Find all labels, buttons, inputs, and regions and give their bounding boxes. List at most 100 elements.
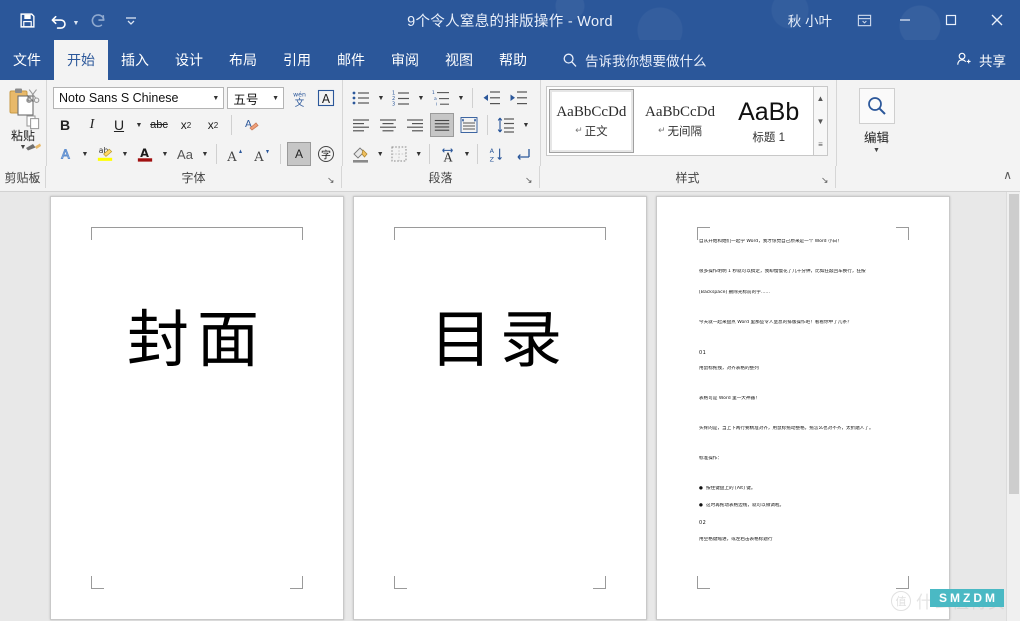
show-marks-icon[interactable] — [511, 142, 535, 166]
numbering-dropdown-caret[interactable]: ▼ — [416, 95, 426, 102]
collapse-ribbon-button[interactable]: ∧ — [1003, 168, 1012, 182]
font-size-combo[interactable]: 五号 ▼ — [227, 87, 284, 109]
body-line: 很多操作明明 1 秒就可以搞定，我却慢慢花了几十分钟，比如狂敲回车换行，狂按 — [699, 268, 866, 274]
line-spacing-icon[interactable] — [494, 113, 518, 137]
account-name[interactable]: 秋 小叶 — [774, 10, 846, 30]
multilevel-dropdown-caret[interactable]: ▼ — [456, 95, 466, 102]
superscript-button[interactable]: x2 — [201, 113, 225, 137]
shading-icon[interactable] — [349, 142, 373, 166]
word-window: ▼ 9个令人窒息的排版操作 - Word 秋 小叶 文件 开始 插入 设计 布局… — [0, 0, 1020, 621]
cut-icon[interactable] — [22, 85, 44, 107]
save-icon[interactable] — [12, 6, 42, 34]
editing-button[interactable]: 编辑 ▼ — [858, 88, 895, 154]
subscript-button[interactable]: x2 — [174, 113, 198, 137]
bullets-dropdown-caret[interactable]: ▼ — [376, 95, 386, 102]
text-effects-icon[interactable]: A — [53, 142, 77, 166]
strikethrough-button[interactable]: abc — [147, 113, 171, 137]
change-case-button[interactable]: Aa — [173, 142, 197, 166]
tab-insert[interactable]: 插入 — [108, 40, 162, 80]
tab-layout[interactable]: 布局 — [216, 40, 270, 80]
clipboard-dialog-launcher[interactable]: ↘ — [31, 175, 41, 185]
tab-mailings[interactable]: 邮件 — [324, 40, 378, 80]
text-effects-dropdown-caret[interactable]: ▼ — [80, 151, 90, 158]
tab-references[interactable]: 引用 — [270, 40, 324, 80]
enclose-characters-icon[interactable]: 字 — [314, 142, 338, 166]
decrease-indent-icon[interactable] — [479, 86, 503, 110]
tab-file[interactable]: 文件 — [0, 40, 54, 80]
undo-dropdown-caret[interactable]: ▼ — [70, 6, 82, 34]
increase-indent-icon[interactable] — [506, 86, 530, 110]
editing-dropdown-caret[interactable]: ▼ — [873, 147, 880, 154]
align-center-icon[interactable] — [376, 113, 400, 137]
align-justify-icon[interactable] — [430, 113, 454, 137]
styles-scroll-up-button[interactable]: ▲ — [814, 87, 827, 109]
tab-help[interactable]: 帮助 — [486, 40, 540, 80]
style-item-no-spacing[interactable]: AaBbCcDd ↵ 无间隔 — [635, 87, 725, 155]
tell-me-search[interactable]: 告诉我你想要做什么 — [562, 40, 707, 80]
italic-button[interactable]: I — [80, 113, 104, 137]
document-page-3[interactable]: 自从开始和她们一起学 Word，我才惊觉自己原来是一个 Word 小白！ 很多操… — [656, 196, 950, 620]
minimize-button[interactable] — [882, 0, 928, 40]
font-dialog-launcher[interactable]: ↘ — [327, 175, 337, 185]
format-painter-icon[interactable] — [22, 137, 44, 159]
multilevel-list-icon[interactable]: 1ai — [429, 86, 453, 110]
styles-more-button[interactable]: ≡ — [814, 133, 827, 155]
vertical-scrollbar[interactable] — [1006, 192, 1020, 621]
numbering-icon[interactable]: 123 — [389, 86, 413, 110]
ribbon-group-labels: 剪贴板 ↘ 字体 ↘ 段落 ↘ 样式 ↘ — [0, 166, 1020, 188]
distribute-icon[interactable] — [457, 113, 481, 137]
clear-formatting-icon[interactable]: A — [238, 113, 262, 137]
margin-marks — [51, 197, 343, 619]
ribbon: 粘贴 ▼ Noto Sans S Chinese ▼ 五号 ▼ wén 文 A … — [0, 80, 1020, 192]
customize-qat-icon[interactable] — [116, 6, 146, 34]
borders-icon[interactable] — [387, 142, 411, 166]
styles-dialog-launcher[interactable]: ↘ — [821, 175, 831, 185]
align-right-icon[interactable] — [403, 113, 427, 137]
align-left-icon[interactable] — [349, 113, 373, 137]
document-page-2[interactable]: 目录 — [353, 196, 647, 620]
line-spacing-dropdown-caret[interactable]: ▼ — [521, 122, 531, 129]
font-color-dropdown-caret[interactable]: ▼ — [160, 151, 170, 158]
styles-scroll-down-button[interactable]: ▼ — [814, 110, 827, 132]
bold-button[interactable]: B — [53, 113, 77, 137]
chinese-layout-dropdown-caret[interactable]: ▼ — [463, 151, 471, 158]
highlight-color-icon[interactable]: ab — [93, 142, 117, 166]
borders-dropdown-caret[interactable]: ▼ — [414, 151, 422, 158]
ribbon-display-options-icon[interactable] — [846, 0, 882, 40]
document-canvas[interactable]: 封面 目录 自从开始和她们一起学 Word，我才惊觉自己原来是一个 Word 小… — [0, 192, 1020, 621]
maximize-button[interactable] — [928, 0, 974, 40]
share-button[interactable]: 共享 — [956, 40, 1006, 80]
character-shading-icon[interactable]: A — [287, 142, 311, 166]
tab-review[interactable]: 审阅 — [378, 40, 432, 80]
chinese-layout-icon[interactable]: A — [436, 142, 460, 166]
underline-button[interactable]: U — [107, 113, 131, 137]
document-page-1[interactable]: 封面 — [50, 196, 344, 620]
style-item-normal[interactable]: AaBbCcDd ↵ 正文 — [549, 89, 634, 153]
char-border-icon[interactable]: A — [314, 86, 338, 110]
body-line: 自从开始和她们一起学 Word，我才惊觉自己原来是一个 Word 小白！ — [699, 239, 842, 244]
copy-icon[interactable] — [22, 111, 44, 133]
paragraph-dialog-launcher[interactable]: ↘ — [525, 175, 535, 185]
bullets-icon[interactable] — [349, 86, 373, 110]
redo-icon — [84, 6, 114, 34]
tab-home[interactable]: 开始 — [54, 40, 108, 80]
phonetic-guide-icon[interactable]: wén 文 — [287, 86, 311, 110]
shrink-font-icon[interactable]: A — [250, 142, 274, 166]
style-item-heading-1[interactable]: AaBb 标题 1 — [724, 87, 813, 155]
scrollbar-thumb[interactable] — [1009, 194, 1019, 494]
highlight-dropdown-caret[interactable]: ▼ — [120, 151, 130, 158]
font-row-1: Noto Sans S Chinese ▼ 五号 ▼ wén 文 A — [53, 86, 338, 110]
sort-icon[interactable]: AZ — [484, 142, 508, 166]
tab-design[interactable]: 设计 — [162, 40, 216, 80]
close-button[interactable] — [974, 0, 1020, 40]
group-label-paragraph: 段落 ↘ — [342, 166, 540, 188]
font-color-icon[interactable]: A — [133, 142, 157, 166]
font-name-combo[interactable]: Noto Sans S Chinese ▼ — [53, 87, 225, 109]
change-case-dropdown-caret[interactable]: ▼ — [200, 151, 210, 158]
grow-font-icon[interactable]: A — [223, 142, 247, 166]
tab-view[interactable]: 视图 — [432, 40, 486, 80]
section-number: 02 — [699, 520, 707, 527]
style-name-row: ↵ 正文 — [575, 123, 608, 139]
shading-dropdown-caret[interactable]: ▼ — [376, 151, 384, 158]
underline-dropdown-caret[interactable]: ▼ — [134, 122, 144, 129]
